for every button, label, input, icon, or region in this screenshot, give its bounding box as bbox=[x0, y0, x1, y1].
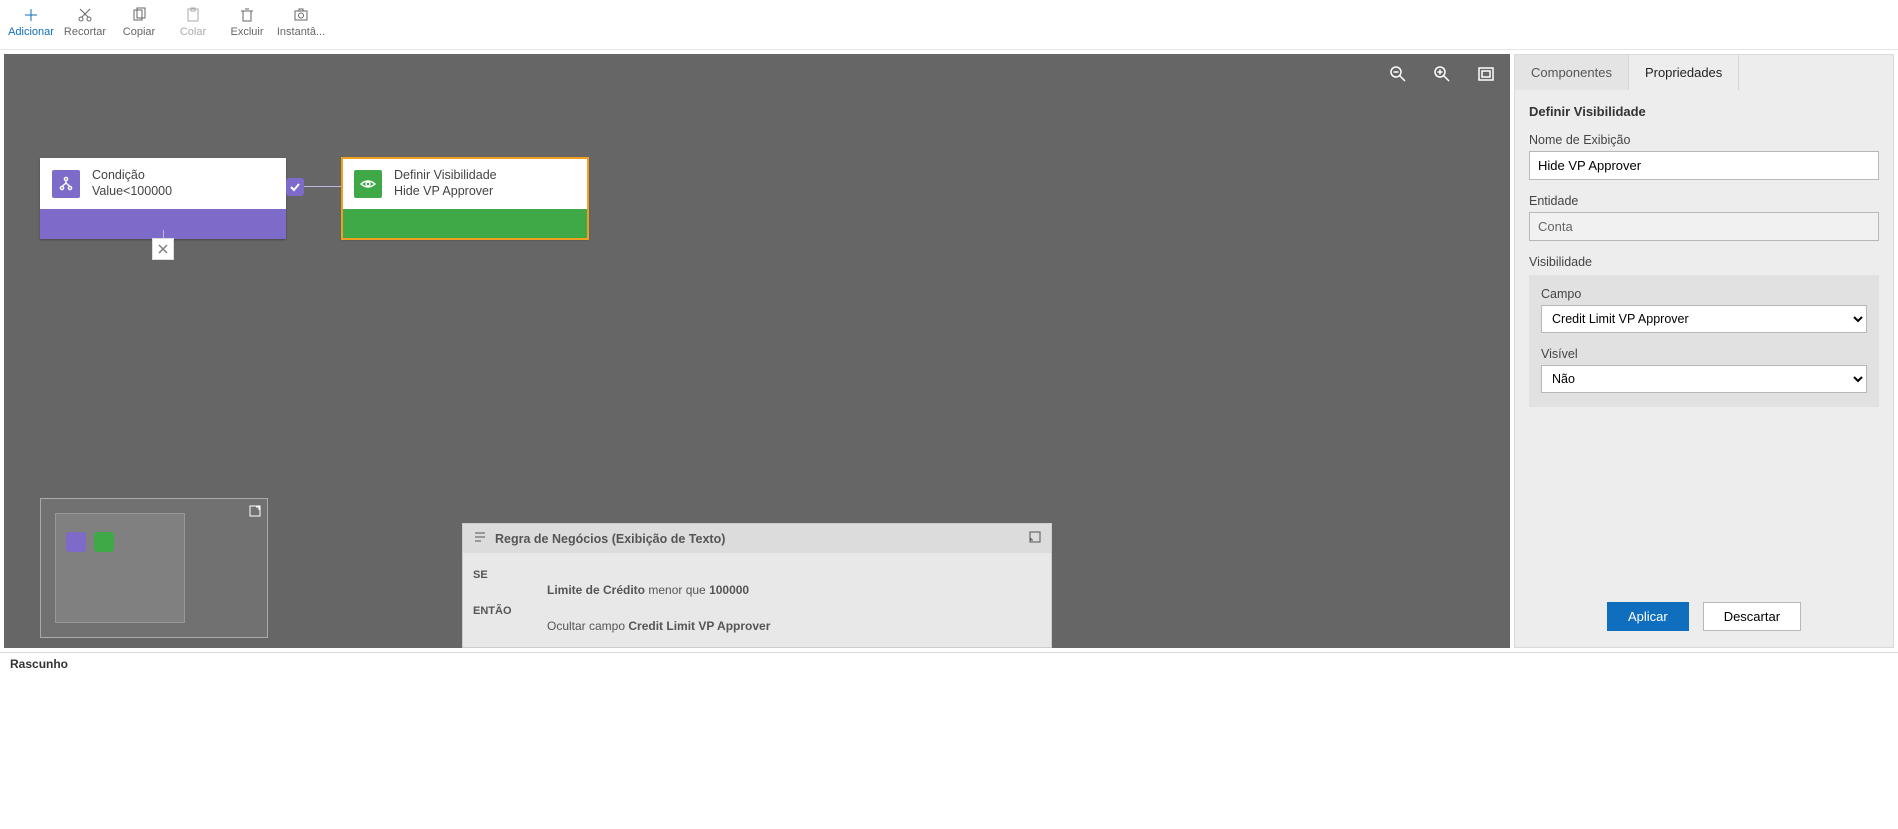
discard-button[interactable]: Descartar bbox=[1703, 602, 1801, 631]
copy-label: Copiar bbox=[123, 26, 155, 38]
display-name-label: Nome de Exibição bbox=[1529, 133, 1879, 147]
cut-button[interactable]: Recortar bbox=[58, 4, 112, 49]
field-label: Campo bbox=[1541, 287, 1867, 301]
delete-label: Excluir bbox=[230, 26, 263, 38]
minimap-visibility bbox=[94, 532, 114, 552]
snapshot-label: Instantâ... bbox=[277, 26, 325, 38]
eye-icon bbox=[354, 170, 382, 198]
cut-label: Recortar bbox=[64, 26, 106, 38]
condition-node-header: Condição Value<100000 bbox=[40, 158, 286, 209]
status-bar: Rascunho bbox=[0, 652, 1898, 675]
camera-icon bbox=[292, 6, 310, 24]
display-name-input[interactable] bbox=[1529, 151, 1879, 180]
scissors-icon bbox=[76, 6, 94, 24]
minimap-viewport[interactable] bbox=[55, 513, 185, 623]
condition-node[interactable]: Condição Value<100000 bbox=[40, 158, 286, 239]
then-keyword: ENTÃO bbox=[473, 605, 547, 633]
add-button[interactable]: Adicionar bbox=[4, 4, 58, 49]
visible-label: Visível bbox=[1541, 347, 1867, 361]
paste-button[interactable]: Colar bbox=[166, 4, 220, 49]
set-visibility-node[interactable]: Definir Visibilidade Hide VP Approver bbox=[342, 158, 588, 239]
toolbar: Adicionar Recortar Copiar Colar Excluir … bbox=[0, 0, 1898, 50]
branch-icon bbox=[52, 170, 80, 198]
collapse-icon[interactable] bbox=[1029, 531, 1041, 546]
field-select[interactable]: Credit Limit VP Approver bbox=[1541, 305, 1867, 333]
paste-label: Colar bbox=[180, 26, 206, 38]
entity-input bbox=[1529, 212, 1879, 241]
expand-icon[interactable] bbox=[249, 505, 261, 517]
delete-button[interactable]: Excluir bbox=[220, 4, 274, 49]
if-keyword: SE bbox=[473, 569, 547, 597]
zoom-controls bbox=[1388, 64, 1496, 84]
visible-select[interactable]: Não bbox=[1541, 365, 1867, 393]
properties-panel: Componentes Propriedades Definir Visibil… bbox=[1514, 54, 1894, 648]
copy-icon bbox=[130, 6, 148, 24]
text-view-title: Regra de Negócios (Exibição de Texto) bbox=[495, 532, 725, 546]
check-icon bbox=[286, 178, 304, 196]
snapshot-button[interactable]: Instantâ... bbox=[274, 4, 328, 49]
visibility-group: Campo Credit Limit VP Approver Visível N… bbox=[1529, 275, 1879, 407]
status-text: Rascunho bbox=[10, 657, 68, 671]
if-expression: Limite de Crédito menor que 100000 bbox=[547, 569, 749, 597]
condition-false-branch[interactable] bbox=[152, 238, 174, 260]
trash-icon bbox=[238, 6, 256, 24]
minimap-condition bbox=[66, 532, 86, 552]
zoom-out-button[interactable] bbox=[1388, 64, 1408, 84]
tab-properties[interactable]: Propriedades bbox=[1629, 55, 1739, 90]
copy-button[interactable]: Copiar bbox=[112, 4, 166, 49]
tab-components[interactable]: Componentes bbox=[1515, 55, 1629, 90]
zoom-in-button[interactable] bbox=[1432, 64, 1452, 84]
connector-true bbox=[286, 180, 342, 194]
text-view-icon bbox=[473, 530, 487, 547]
set-visibility-node-header: Definir Visibilidade Hide VP Approver bbox=[342, 158, 588, 209]
paste-icon bbox=[184, 6, 202, 24]
business-rule-text-view: Regra de Negócios (Exibição de Texto) SE… bbox=[462, 523, 1052, 648]
set-visibility-node-title: Definir Visibilidade Hide VP Approver bbox=[394, 168, 497, 199]
properties-heading: Definir Visibilidade bbox=[1529, 104, 1879, 119]
apply-button[interactable]: Aplicar bbox=[1607, 602, 1689, 631]
add-label: Adicionar bbox=[8, 26, 54, 38]
visibility-group-label: Visibilidade bbox=[1529, 255, 1879, 269]
condition-node-title: Condição Value<100000 bbox=[92, 168, 172, 199]
entity-label: Entidade bbox=[1529, 194, 1879, 208]
fit-screen-button[interactable] bbox=[1476, 64, 1496, 84]
plus-icon bbox=[22, 6, 40, 24]
minimap[interactable] bbox=[40, 498, 268, 638]
set-visibility-node-footer bbox=[342, 209, 588, 239]
designer-canvas[interactable]: Condição Value<100000 Definir Visibili bbox=[4, 54, 1510, 648]
then-expression: Ocultar campo Credit Limit VP Approver bbox=[547, 605, 770, 633]
